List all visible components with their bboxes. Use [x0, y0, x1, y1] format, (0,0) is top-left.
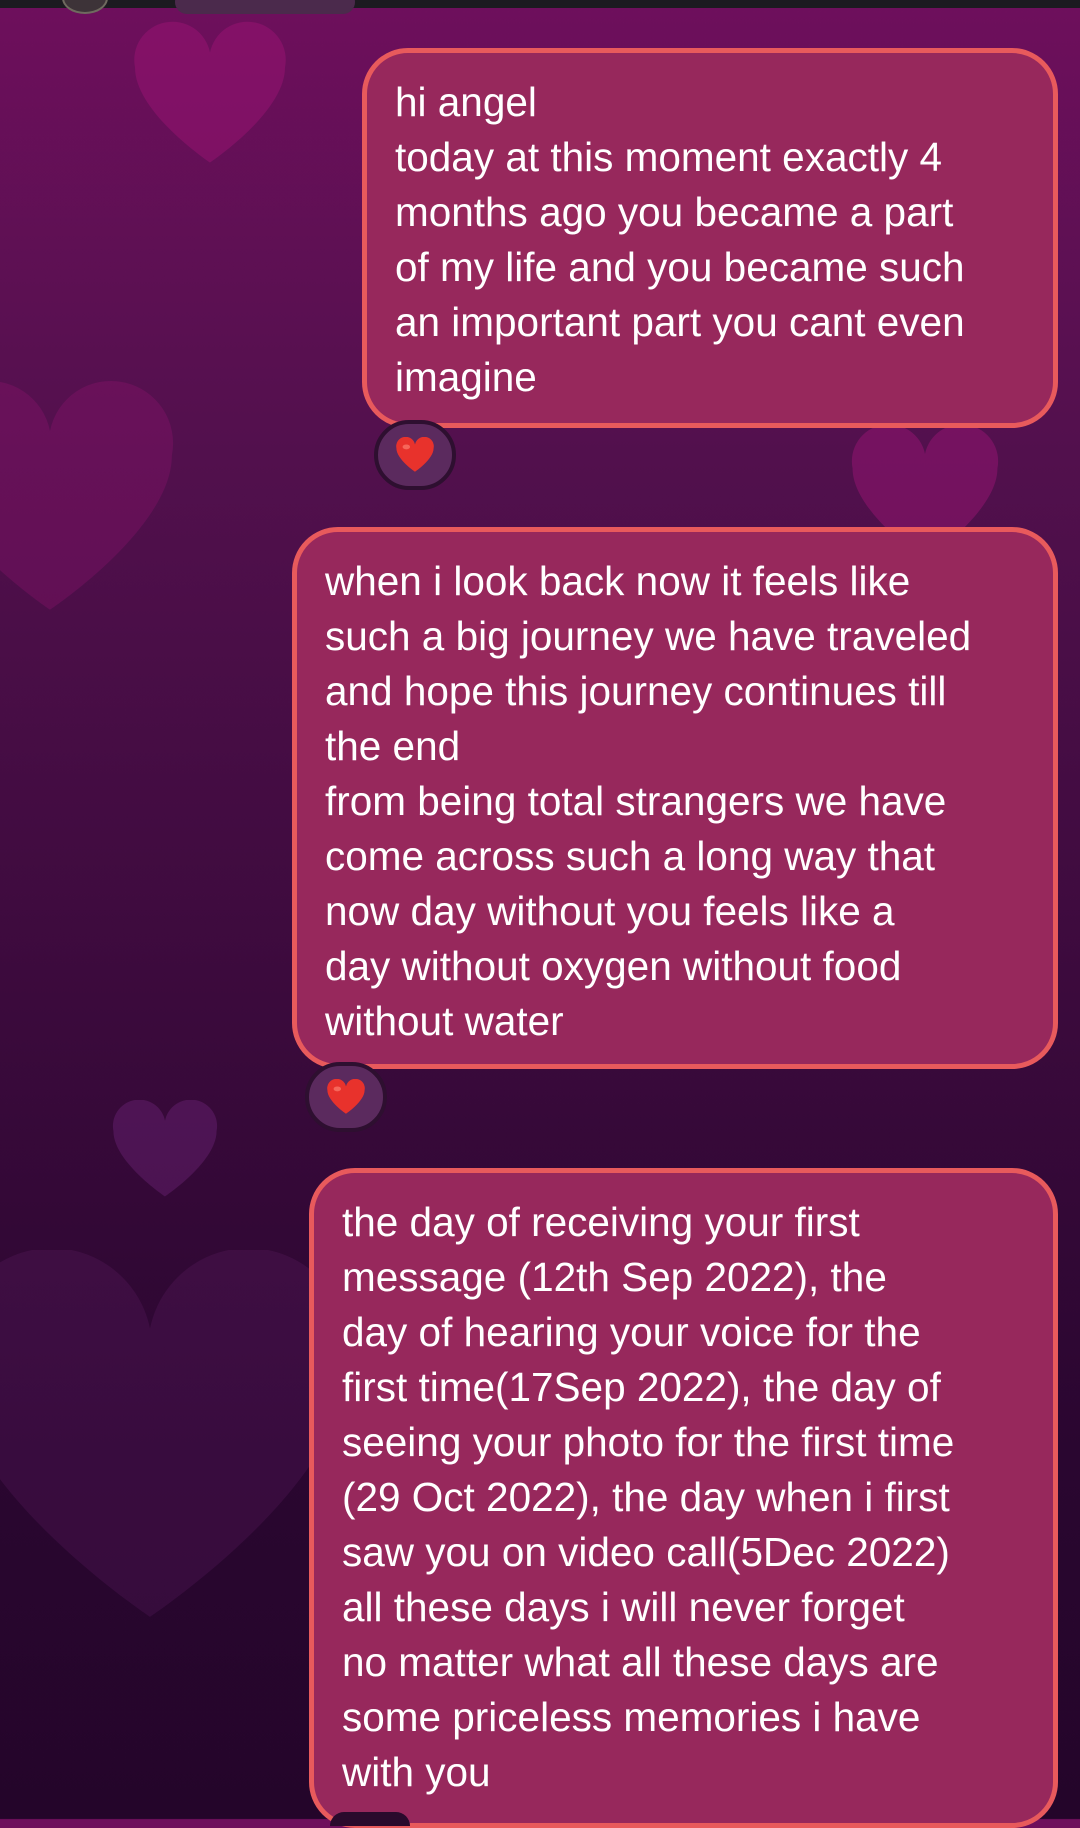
red-heart-icon: [327, 1079, 365, 1114]
red-heart-icon: [396, 437, 434, 472]
reaction-badge[interactable]: [330, 1812, 410, 1826]
message-bubble[interactable]: hi angel today at this moment exactly 4 …: [362, 48, 1058, 428]
wallpaper-heart-icon: [134, 21, 286, 163]
message-bubble[interactable]: the day of receiving your first message …: [309, 1168, 1058, 1828]
reaction-badge[interactable]: [305, 1062, 387, 1132]
wallpaper-heart-icon: [0, 380, 174, 610]
contact-avatar[interactable]: [62, 0, 108, 14]
wallpaper-heart-icon: [112, 1100, 218, 1197]
message-bubble[interactable]: when i look back now it feels like such …: [292, 527, 1058, 1069]
top-pill: [175, 0, 355, 14]
top-bar: [0, 0, 1080, 8]
reaction-badge[interactable]: [374, 420, 456, 490]
wallpaper-heart-icon: [0, 1250, 349, 1617]
